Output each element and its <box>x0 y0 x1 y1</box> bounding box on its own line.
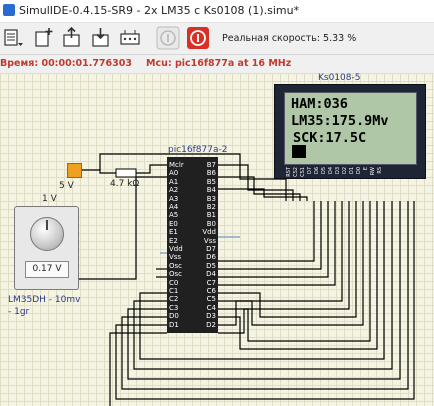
wire-pot-a0 <box>77 176 167 280</box>
open-file-icon <box>63 26 80 47</box>
sensor-label-line1: LM35DH - 10mv <box>8 295 81 305</box>
mcu-pin-left: Osc <box>169 270 183 279</box>
new-file-icon <box>35 28 53 47</box>
potentiometer-value: 0.17 V <box>25 261 69 278</box>
mcu-info: Mcu: pic16f877a at 16 MHz <box>146 58 292 69</box>
mcu-pin-left: A3 <box>169 194 179 203</box>
mcu-pin-left: A4 <box>169 203 179 211</box>
mcu-pin-right: D7 <box>206 245 216 253</box>
wire-d2 <box>218 201 350 334</box>
mcu-pin-left: C0 <box>169 278 179 287</box>
mcu-pin-left: D1 <box>169 320 179 329</box>
wire-c4 <box>218 201 378 350</box>
potentiometer-label: 1 V <box>42 194 57 204</box>
mcu-pin-left: C1 <box>169 287 179 295</box>
mcu-chip[interactable]: Mclr A0 A1 A2 A3 A4 A5 E0 E1 E2 Vdd Vss Osc Osc C0 C1 C2… <box>167 157 218 333</box>
mcu-label: pic16f877a-2 <box>168 145 228 155</box>
mcu-pin-left: E1 <box>169 228 178 237</box>
wire-c5 <box>218 201 371 342</box>
lcd-cursor-block <box>292 145 306 158</box>
save-file-icon <box>92 28 109 47</box>
mcu-pin-right: B4 <box>206 186 216 195</box>
lcd-line-1: HAM:036 <box>291 96 348 112</box>
wire-c6 <box>218 201 364 326</box>
settings-button[interactable] <box>118 26 142 50</box>
resistor[interactable] <box>115 168 137 178</box>
status-bar: Время: 00:00:01.776303 Mcu: pic16f877a a… <box>0 54 434 73</box>
potentiometer[interactable]: 0.17 V <box>14 206 79 290</box>
wire-c3 <box>121 201 409 390</box>
mcu-pin-right: D6 <box>206 253 216 262</box>
simulation-speed: Реальная скорость: 5.33 % <box>222 33 357 44</box>
mcu-pin-left: E0 <box>169 219 178 228</box>
wire-d4 <box>218 201 336 286</box>
lcd-label: Ks0108-5 <box>318 73 361 83</box>
mcu-pin-right: Vdd <box>202 228 216 237</box>
mcu-pin-right: B7 <box>206 161 216 169</box>
mcu-pin-left: E2 <box>169 236 178 245</box>
sensor-label-line2: - 1gr <box>8 307 30 317</box>
mcu-pin-left: Mclr <box>169 161 184 169</box>
mcu-pin-right: B2 <box>206 203 216 211</box>
open-circuit-button[interactable] <box>60 26 84 50</box>
mcu-pin-left: A1 <box>169 177 179 186</box>
lcd-line-3: SCK:17.5C <box>293 130 367 146</box>
mcu-pin-right: B6 <box>206 169 216 178</box>
mcu-pin-right: D2 <box>206 320 216 329</box>
mcu-pin-right: Vss <box>203 236 216 245</box>
voltage-source-label: 5 V <box>59 181 74 191</box>
wire-d3 <box>218 201 343 326</box>
file-menu-icon <box>4 29 23 46</box>
mcu-pin-left: A2 <box>169 186 179 195</box>
app-icon <box>3 4 15 16</box>
circuit-canvas[interactable]: Ks0108-5 HAM:036 LM35:175.9Mv SCK:17.5C … <box>0 73 434 406</box>
wire-d5 <box>218 201 329 278</box>
mcu-pin-left: Vdd <box>169 245 183 253</box>
mcu-pin-right: C4 <box>206 303 216 312</box>
mcu-pin-right: C5 <box>206 295 216 304</box>
mcu-pin-left: A5 <box>169 211 179 220</box>
toolbar: Реальная скорость: 5.33 % <box>0 23 434 53</box>
settings-icon <box>120 30 140 45</box>
voltage-source[interactable] <box>67 163 82 178</box>
wire-source-resistor <box>80 169 116 174</box>
pause-button[interactable] <box>156 26 180 50</box>
lcd-line-2: LM35:175.9Mv <box>291 113 389 129</box>
mcu-pin-left: Osc <box>169 261 183 270</box>
mcu-pin-right: D4 <box>206 270 216 279</box>
knob-marker <box>46 220 48 230</box>
mcu-pin-right: C6 <box>206 287 216 295</box>
wire-d6 <box>218 201 322 270</box>
window-title: SimulIDE-0.4.15-SR9 - 2x LM35 c Ks0108 (… <box>19 4 300 17</box>
power-button[interactable] <box>186 26 210 50</box>
lcd-display[interactable]: HAM:036 LM35:175.9Mv SCK:17.5C RST CS2 CS1… <box>274 84 426 179</box>
power-icon <box>187 27 209 49</box>
open-menu-button[interactable] <box>2 26 26 50</box>
wire-resistor-mclr <box>136 164 167 174</box>
mcu-pin-right: D5 <box>206 261 216 270</box>
wire-d7 <box>218 201 315 262</box>
potentiometer-knob[interactable] <box>30 217 64 251</box>
mcu-pin-left: C3 <box>169 303 179 312</box>
mcu-pin-right: C7 <box>206 278 216 287</box>
mcu-pin-right: B0 <box>206 219 216 228</box>
lcd-screen: HAM:036 LM35:175.9Mv SCK:17.5C <box>284 92 417 165</box>
mcu-pin-right: B3 <box>206 194 216 203</box>
wire-b5 <box>218 188 308 201</box>
new-circuit-button[interactable] <box>31 26 55 50</box>
pause-icon <box>156 26 180 50</box>
mcu-pin-left: D0 <box>169 312 179 321</box>
mcu-pin-left: C2 <box>169 295 179 304</box>
mcu-pin-right: D3 <box>206 312 216 321</box>
simulation-time: Время: 00:00:01.776303 <box>0 58 132 69</box>
lcd-pin: RS <box>377 167 383 174</box>
mcu-pin-right: B5 <box>206 177 216 186</box>
mcu-pin-right: B1 <box>206 211 216 220</box>
save-circuit-button[interactable] <box>89 26 113 50</box>
resistor-label: 4.7 kΩ <box>110 179 140 189</box>
mcu-pin-left: A0 <box>169 169 179 178</box>
mcu-pin-left: Vss <box>169 253 182 262</box>
title-bar: SimulIDE-0.4.15-SR9 - 2x LM35 c Ks0108 (… <box>0 0 434 23</box>
